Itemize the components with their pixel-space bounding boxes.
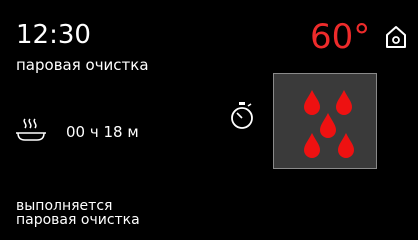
home-button[interactable]	[384, 24, 408, 50]
status-line-2: паровая очистка	[16, 212, 140, 228]
oven-display: 12:30 паровая очистка 60° 00 ч 18 м выпо…	[0, 0, 418, 240]
home-icon	[386, 26, 406, 48]
status-line-1: выполняется	[16, 198, 113, 214]
steam-pan-icon	[14, 116, 48, 144]
clock-time: 12:30	[16, 20, 91, 50]
steam-clean-tile[interactable]	[273, 73, 377, 169]
program-duration[interactable]: 00 ч 18 м	[66, 123, 139, 141]
stopwatch-icon[interactable]	[228, 101, 256, 131]
water-drops-icon	[304, 90, 354, 158]
program-name: паровая очистка	[16, 56, 149, 74]
temperature-readout[interactable]: 60°	[310, 18, 370, 56]
status-message: выполняется паровая очистка	[16, 199, 140, 227]
